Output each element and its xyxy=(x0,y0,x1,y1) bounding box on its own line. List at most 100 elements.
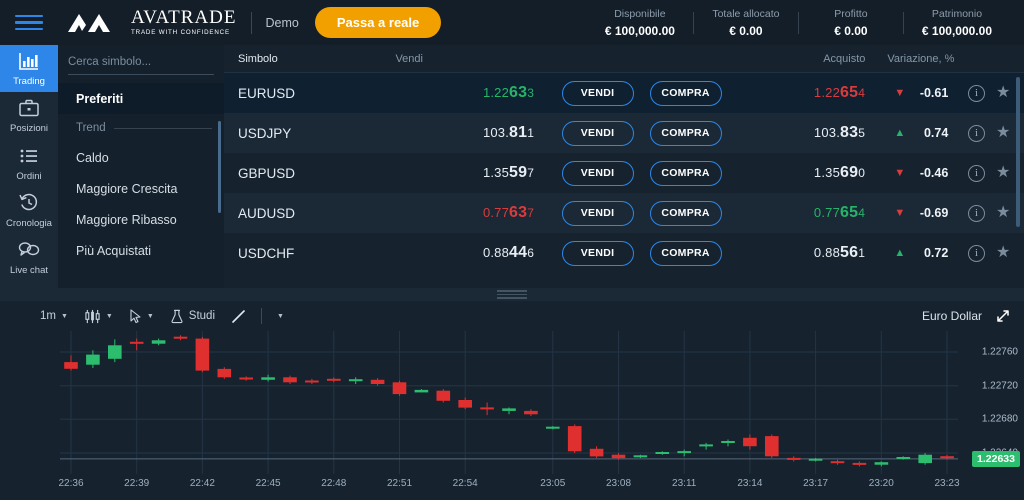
search-input[interactable] xyxy=(68,55,222,68)
info-icon[interactable]: i xyxy=(967,84,985,102)
chevron-down-icon: ▼ xyxy=(894,86,906,99)
info-icon[interactable]: i xyxy=(967,124,985,142)
buy-button[interactable]: COMPRA xyxy=(649,120,722,146)
sidebar-item-positions[interactable]: Posizioni xyxy=(0,92,58,139)
row-tools: i ★ xyxy=(954,204,1024,222)
chart-header: Euro Dollar xyxy=(922,309,1024,323)
studies-button[interactable]: Studi xyxy=(164,306,221,327)
sidebar-item-label: Ordini xyxy=(16,170,42,182)
price-post: 4 xyxy=(858,206,866,220)
chevron-down-icon: ▼ xyxy=(894,206,906,219)
chevron-up-icon: ▲ xyxy=(894,246,906,259)
x-axis-tick: 23:23 xyxy=(934,478,960,489)
sidebar-item-history[interactable]: Cronologia xyxy=(0,187,58,234)
row-tools: i ★ xyxy=(954,124,1024,142)
sell-button[interactable]: VENDI xyxy=(561,240,634,266)
star-icon[interactable]: ★ xyxy=(996,205,1010,221)
watchlist-item-label: Maggiore Ribasso xyxy=(76,212,177,227)
sell-button[interactable]: VENDI xyxy=(561,160,634,186)
buy-button[interactable]: COMPRA xyxy=(649,80,722,106)
more-tools-button[interactable]: ▼ xyxy=(271,310,290,323)
y-axis-tick: 1.22760 xyxy=(981,346,1018,358)
sell-button[interactable]: VENDI xyxy=(561,120,634,146)
toolbar-divider xyxy=(261,308,263,324)
chart-type-selector[interactable]: ▼ xyxy=(78,306,119,327)
star-icon[interactable]: ★ xyxy=(996,245,1010,261)
table-row[interactable]: USDCHF 0.88446 VENDI COMPRA 0.88561 ▲ 0.… xyxy=(224,233,1024,273)
star-icon[interactable]: ★ xyxy=(996,85,1010,101)
drag-handle-icon xyxy=(497,290,527,299)
chart-canvas[interactable]: 1.227601.227201.226801.226401.22633 xyxy=(0,331,1024,474)
watchlist-group-label: Trend xyxy=(76,122,106,134)
row-buy-price[interactable]: 0.88561 xyxy=(749,244,865,262)
drawing-tool-button[interactable] xyxy=(225,306,252,327)
row-buy-price[interactable]: 103.835 xyxy=(749,124,865,142)
row-sell-price[interactable]: 1.35597 xyxy=(372,164,535,182)
row-buy-price[interactable]: 1.35690 xyxy=(749,164,865,182)
sidebar-item-trading[interactable]: Trading xyxy=(0,45,58,93)
price-pre: 0.88 xyxy=(813,245,841,260)
hamburger-menu-icon[interactable] xyxy=(0,14,58,31)
watchlist-item-hot[interactable]: Caldo xyxy=(58,142,224,173)
row-sell-price[interactable]: 0.77637 xyxy=(372,204,535,222)
timeframe-selector[interactable]: 1m ▼ xyxy=(34,307,74,325)
row-sell-price[interactable]: 1.22633 xyxy=(372,84,535,102)
watchlist-item-top-gainers[interactable]: Maggiore Crescita xyxy=(58,173,224,204)
trend-line-icon xyxy=(232,309,245,323)
sell-button[interactable]: VENDI xyxy=(561,200,634,226)
info-icon[interactable]: i xyxy=(967,244,985,262)
x-axis-tick: 23:14 xyxy=(737,478,763,489)
cursor-tool-selector[interactable]: ▼ xyxy=(123,306,160,327)
buy-button[interactable]: COMPRA xyxy=(649,160,722,186)
watchlist-item-label: Maggiore Crescita xyxy=(76,181,178,196)
x-axis-tick: 22:48 xyxy=(321,478,347,489)
row-trade-buttons: VENDI COMPRA xyxy=(534,200,749,226)
star-icon[interactable]: ★ xyxy=(996,125,1010,141)
panel-splitter[interactable] xyxy=(0,288,1024,301)
table-row[interactable]: GBPUSD 1.35597 VENDI COMPRA 1.35690 ▼ -0… xyxy=(224,153,1024,193)
watchlist-item-top-losers[interactable]: Maggiore Ribasso xyxy=(58,204,224,235)
price-post: 4 xyxy=(858,86,866,100)
row-trade-buttons: VENDI COMPRA xyxy=(534,120,749,146)
row-buy-price[interactable]: 1.22654 xyxy=(749,84,865,102)
price-pre: 0.88 xyxy=(482,245,510,260)
chart-panel: 1m ▼ ▼ ▼ Studi ▼ Euro Dollar 1.22760 1.2… xyxy=(0,301,1024,500)
table-row[interactable]: AUDUSD 0.77637 VENDI COMPRA 0.77654 ▼ -0… xyxy=(224,193,1024,233)
watchlist-item-most-bought[interactable]: Più Acquistati xyxy=(58,235,224,266)
info-icon[interactable]: i xyxy=(967,204,985,222)
star-icon[interactable]: ★ xyxy=(996,165,1010,181)
change-value: 0.72 xyxy=(923,246,949,260)
table-row[interactable]: USDJPY 103.811 VENDI COMPRA 103.835 ▲ 0.… xyxy=(224,113,1024,153)
watchlist-item-label: Preferiti xyxy=(76,91,124,106)
row-trade-buttons: VENDI COMPRA xyxy=(534,240,749,266)
account-stats: Disponibile € 100,000.00 Totale allocato… xyxy=(587,8,1024,38)
row-sell-price[interactable]: 0.88446 xyxy=(372,244,535,262)
history-clock-icon xyxy=(19,194,38,211)
stat-label: Disponibile xyxy=(614,7,666,20)
buy-button[interactable]: COMPRA xyxy=(649,200,722,226)
watchlist-item-favorites[interactable]: Preferiti xyxy=(58,83,224,114)
primary-navigation: Trading Posizioni Ordini Cronologia Live… xyxy=(0,45,58,288)
brand-logo: AVATRADE TRADE WITH CONFIDENCE xyxy=(66,8,237,36)
row-change: ▼ -0.69 xyxy=(865,206,954,220)
x-axis-tick: 22:42 xyxy=(189,478,215,489)
sidebar-item-live-chat[interactable]: Live chat xyxy=(0,235,58,282)
row-sell-price[interactable]: 103.811 xyxy=(372,124,535,142)
sell-button[interactable]: VENDI xyxy=(561,80,634,106)
watchlist-scrollbar[interactable] xyxy=(218,121,221,213)
account-mode-label: Demo xyxy=(265,15,299,30)
x-axis-tick: 23:11 xyxy=(672,478,697,489)
info-icon[interactable]: i xyxy=(967,164,985,182)
stat-value: € 100,000.00 xyxy=(921,23,992,38)
price-post: 0 xyxy=(858,166,866,180)
table-row[interactable]: EURUSD 1.22633 VENDI COMPRA 1.22654 ▼ -0… xyxy=(224,73,1024,113)
expand-icon[interactable] xyxy=(996,309,1010,323)
upgrade-to-real-button[interactable]: Passa a reale xyxy=(314,7,442,38)
quotes-scrollbar[interactable] xyxy=(1016,77,1020,227)
stat-value: € 0.00 xyxy=(729,23,763,38)
sidebar-item-orders[interactable]: Ordini xyxy=(0,140,58,187)
buy-button[interactable]: COMPRA xyxy=(649,240,722,266)
chart-title: Euro Dollar xyxy=(921,309,982,323)
row-buy-price[interactable]: 0.77654 xyxy=(749,204,865,222)
price-big: 65 xyxy=(840,204,859,221)
